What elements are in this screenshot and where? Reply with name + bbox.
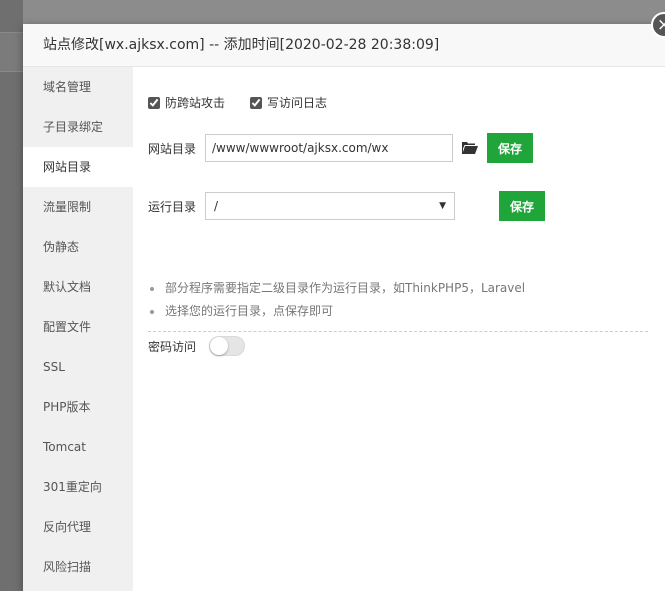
anti-cross-site-checkbox[interactable] (148, 96, 160, 109)
background-page (0, 0, 23, 591)
run-dir-selected-value: / (214, 199, 219, 213)
sidebar-item-php-version[interactable]: PHP版本 (23, 387, 133, 427)
run-dir-select[interactable]: / ▼ (205, 192, 455, 220)
site-settings-dialog: 站点修改[wx.ajksx.com] -- 添加时间[2020-02-28 20… (23, 12, 665, 591)
sidebar-item-tomcat[interactable]: Tomcat (23, 427, 133, 467)
tip-item: 部分程序需要指定二级目录作为运行目录，如ThinkPHP5，Laravel (148, 277, 648, 300)
background-header-bar (0, 32, 23, 72)
sidebar-item-subdir-binding[interactable]: 子目录绑定 (23, 107, 133, 147)
access-log-checkbox[interactable] (250, 96, 263, 109)
close-button[interactable]: × (651, 12, 665, 38)
password-access-toggle[interactable] (209, 336, 246, 356)
toggle-knob (210, 337, 229, 355)
site-dir-row: 网站目录 保存 (148, 133, 533, 163)
access-log-label[interactable]: 写访问日志 (267, 94, 327, 111)
options-row: 防跨站攻击 写访问日志 (148, 94, 352, 111)
tips-list: 部分程序需要指定二级目录作为运行目录，如ThinkPHP5，Laravel 选择… (148, 277, 648, 332)
anti-cross-site-option[interactable]: 防跨站攻击 (148, 94, 225, 111)
bullet-icon (150, 287, 154, 291)
sidebar-item-site-directory[interactable]: 网站目录 (23, 147, 133, 187)
sidebar-item-risk-scan[interactable]: 风险扫描 (23, 547, 133, 587)
tip-item: 选择您的运行目录，点保存即可 (148, 300, 648, 323)
sidebar-item-redirect-301[interactable]: 301重定向 (23, 467, 133, 507)
run-dir-label: 运行目录 (148, 199, 197, 214)
close-icon: × (656, 15, 665, 35)
password-access-row: 密码访问 (148, 336, 246, 356)
access-log-option[interactable]: 写访问日志 (250, 94, 327, 111)
site-dir-input[interactable] (205, 134, 453, 162)
sidebar-item-domain[interactable]: 域名管理 (23, 67, 133, 107)
run-dir-save-button[interactable]: 保存 (499, 191, 545, 221)
sidebar-item-reverse-proxy[interactable]: 反向代理 (23, 507, 133, 547)
sidebar-item-traffic-limit[interactable]: 流量限制 (23, 187, 133, 227)
run-dir-row: 运行目录 / ▼ 保存 (148, 191, 545, 221)
sidebar-item-config-file[interactable]: 配置文件 (23, 307, 133, 347)
sidebar-item-rewrite[interactable]: 伪静态 (23, 227, 133, 267)
site-dir-label: 网站目录 (148, 141, 197, 156)
dropdown-arrow-icon: ▼ (439, 201, 446, 211)
dialog-title: 站点修改[wx.ajksx.com] -- 添加时间[2020-02-28 20… (23, 24, 665, 67)
sidebar-item-ssl[interactable]: SSL (23, 347, 133, 387)
settings-sidebar: 域名管理 子目录绑定 网站目录 流量限制 伪静态 默认文档 配置文件 SSL P… (23, 67, 133, 591)
site-directory-panel: 防跨站攻击 写访问日志 网站目录 保存 运行目录 / ▼ 保存 (133, 67, 665, 591)
site-dir-save-button[interactable]: 保存 (487, 133, 533, 163)
bullet-icon (150, 310, 154, 314)
folder-open-icon[interactable] (462, 141, 478, 155)
sidebar-item-default-doc[interactable]: 默认文档 (23, 267, 133, 307)
password-access-label: 密码访问 (148, 339, 197, 354)
anti-cross-site-label[interactable]: 防跨站攻击 (165, 94, 225, 111)
